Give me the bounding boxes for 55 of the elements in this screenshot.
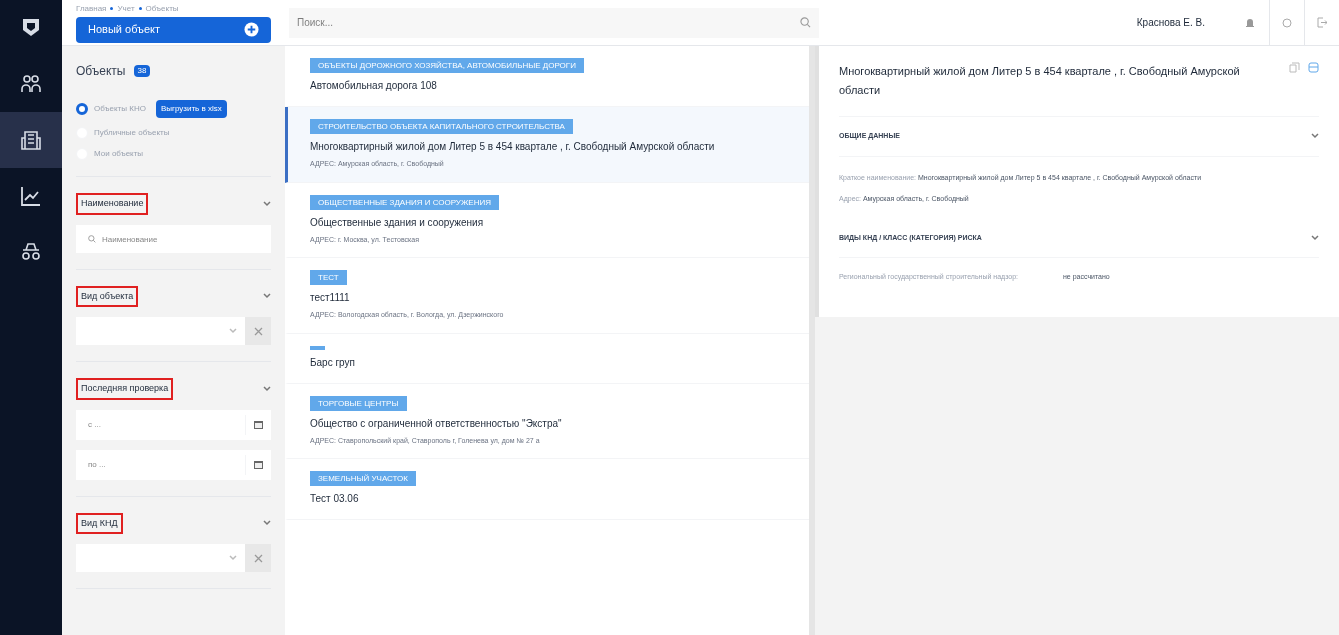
panel-title: Объекты: [76, 63, 126, 80]
search-icon: [88, 234, 96, 243]
count-badge: 38: [133, 65, 151, 77]
category-tag: ОБЩЕСТВЕННЫЕ ЗДАНИЯ И СООРУЖЕНИЯ: [310, 194, 499, 210]
building-icon: [20, 129, 42, 151]
object-title: Автомобильная дорога 108: [310, 79, 437, 93]
people-icon: [20, 73, 42, 95]
category-tag: ТОРГОВЫЕ ЦЕНТРЫ: [310, 395, 407, 411]
close-icon: [253, 553, 263, 563]
chevron-down-icon[interactable]: [263, 293, 271, 300]
chevron-down-icon[interactable]: [1311, 234, 1319, 241]
select-field[interactable]: [76, 317, 245, 345]
object-title: Многоквартирный жилой дом Литер 5 в 454 квартале , г. Свободный Амурской области: [310, 140, 715, 154]
bell-icon[interactable]: [1245, 16, 1255, 29]
date-field[interactable]: по ...: [76, 449, 271, 480]
select-field[interactable]: [76, 544, 245, 572]
radio-label: Мои объекты: [94, 148, 144, 160]
nav-item[interactable]: [0, 112, 62, 168]
name-search-field[interactable]: Наименование: [76, 225, 271, 253]
radio-button[interactable]: [76, 103, 88, 115]
filter-label: Наименование: [76, 193, 149, 215]
radio-label: Объекты КНО: [94, 103, 146, 115]
date-field[interactable]: с ...: [76, 409, 271, 440]
logout-icon[interactable]: [1317, 17, 1327, 28]
object-title: Барс груп: [310, 355, 355, 370]
category-tag: СТРОИТЕЛЬСТВО ОБЪЕКТА КАПИТАЛЬНОГО СТРОИТЕЛЬСТВА: [310, 119, 573, 134]
filter-label: Вид объекта: [76, 285, 139, 307]
object-title: Тест 03.06: [310, 492, 359, 506]
calendar-icon[interactable]: [253, 419, 264, 430]
close-icon: [253, 326, 263, 336]
export-button[interactable]: Выгрузить в xlsx: [155, 100, 227, 118]
search-field[interactable]: Поиск...: [289, 7, 819, 38]
filter-label: Последняя проверка: [76, 378, 174, 400]
chevron-down-icon[interactable]: [1311, 133, 1319, 140]
object-title: Общество с ограниченной ответственностью "Экстра": [310, 416, 562, 431]
detail-title: Многоквартирный жилой дом Литер 5 в 454 квартале , г. Свободный Амурской области: [839, 64, 1241, 98]
spy-icon: [20, 241, 42, 263]
user-name[interactable]: Краснова Е. В.: [1136, 15, 1205, 30]
search-icon: [800, 16, 811, 28]
plus-icon: [244, 22, 259, 37]
category-tag: ТЕСТ: [310, 270, 347, 285]
category-tag: ОБЪЕКТЫ ДОРОЖНОГО ХОЗЯЙСТВА, АВТОМОБИЛЬНЫЕ ДОРОГИ: [310, 58, 584, 73]
chevron-down-icon[interactable]: [263, 520, 271, 527]
circle-icon[interactable]: [1282, 17, 1292, 28]
object-title: Общественные здания и сооружения: [310, 215, 484, 230]
radio-label: Публичные объекты: [94, 127, 170, 139]
chevron-down-icon[interactable]: [263, 200, 271, 207]
chevron-down-icon[interactable]: [263, 385, 271, 392]
new-object-button[interactable]: Новый объект: [76, 16, 271, 43]
category-tag: ЗЕМЕЛЬНЫЙ УЧАСТОК: [310, 471, 416, 486]
object-title: тест1111: [310, 291, 350, 305]
shield-logo: [20, 17, 42, 39]
chart-icon: [20, 185, 42, 207]
filter-label: Вид КНД: [76, 512, 123, 534]
calendar-icon[interactable]: [253, 459, 264, 470]
